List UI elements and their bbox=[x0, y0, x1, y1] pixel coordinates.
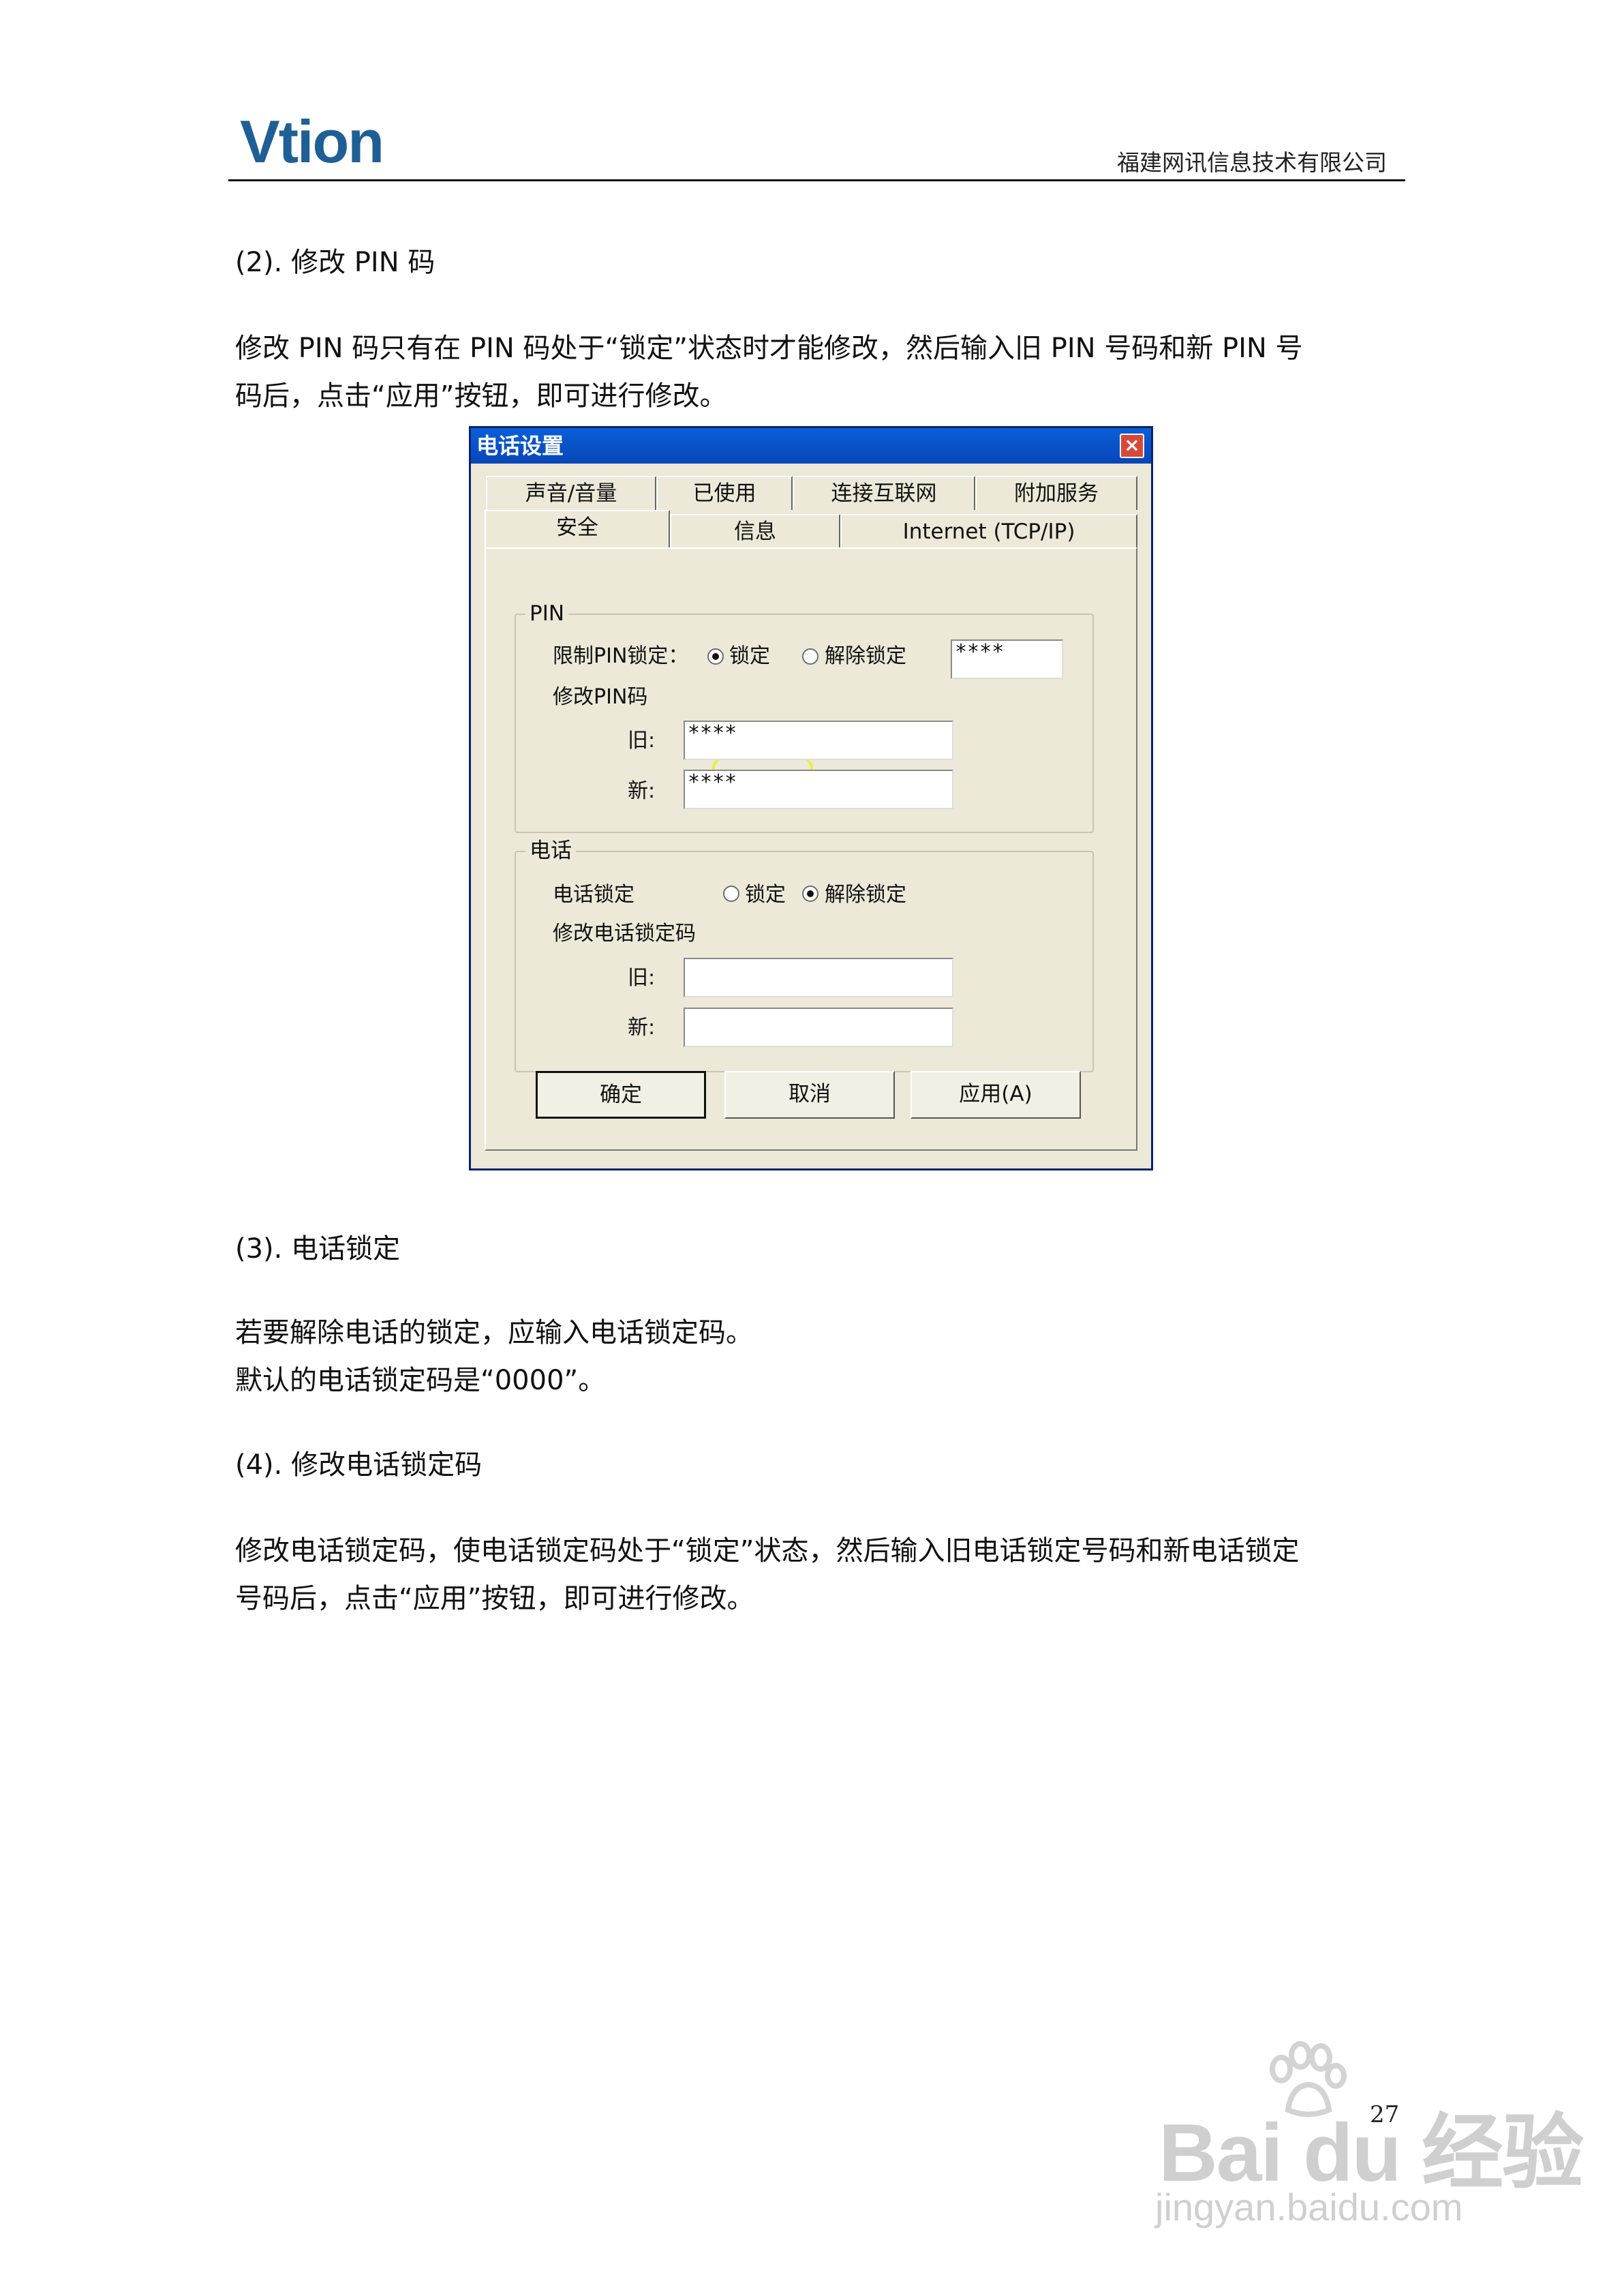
dialog-title: 电话设置 bbox=[476, 433, 564, 459]
security-tab-panel: PIN 限制PIN锁定： 锁定 解除锁定 **** 修改PIN码 旧: ****… bbox=[485, 547, 1137, 1151]
tab-label: Internet (TCP/IP) bbox=[902, 519, 1075, 544]
pin-lock-radio[interactable] bbox=[707, 648, 724, 665]
tab-label: 声音/音量 bbox=[525, 481, 617, 506]
close-button[interactable]: × bbox=[1120, 434, 1144, 458]
dialog-titlebar: 电话设置 × bbox=[471, 428, 1151, 464]
tab-additional-services[interactable]: 附加服务 bbox=[975, 476, 1137, 510]
paragraph-line: 号码后，点击“应用”按钮，即可进行修改。 bbox=[235, 1583, 754, 1614]
paragraph-change-pin: 修改 PIN 码只有在 PIN 码处于“锁定”状态时才能修改，然后输入旧 PIN… bbox=[235, 324, 1303, 420]
pin-group-label: PIN bbox=[525, 600, 569, 627]
tab-label: 连接互联网 bbox=[831, 481, 937, 506]
new-phone-code-label: 新: bbox=[628, 1016, 656, 1040]
restrict-pin-lock-label: 限制PIN锁定： bbox=[553, 644, 689, 668]
phone-unlock-radio[interactable] bbox=[802, 886, 818, 902]
apply-button[interactable]: 应用(A) bbox=[911, 1071, 1081, 1119]
phone-group-label: 电话 bbox=[525, 837, 576, 864]
old-phone-code-label: 旧: bbox=[628, 966, 656, 990]
change-pin-label: 修改PIN码 bbox=[553, 685, 648, 709]
phone-settings-dialog: 电话设置 × 声音/音量 已使用 连接互联网 附加服务 安全 信息 Intern… bbox=[469, 426, 1153, 1170]
tab-internet-tcpip[interactable]: Internet (TCP/IP) bbox=[840, 514, 1137, 548]
tab-internet-connection[interactable]: 连接互联网 bbox=[793, 476, 975, 510]
header-divider bbox=[228, 179, 1405, 181]
tab-info[interactable]: 信息 bbox=[670, 514, 840, 548]
new-pin-input[interactable]: **** bbox=[684, 770, 953, 809]
tab-label: 已使用 bbox=[692, 481, 756, 506]
logo-text: Vtion bbox=[240, 108, 384, 175]
new-pin-label: 新: bbox=[628, 779, 656, 803]
new-phone-code-input[interactable] bbox=[684, 1008, 953, 1047]
close-icon: × bbox=[1124, 434, 1140, 456]
paragraph-line: 码后，点击“应用”按钮，即可进行修改。 bbox=[235, 380, 727, 412]
change-phone-code-label: 修改电话锁定码 bbox=[553, 922, 696, 946]
tab-security[interactable]: 安全 bbox=[485, 510, 670, 548]
tab-label: 信息 bbox=[734, 519, 776, 544]
pin-lock-label: 锁定 bbox=[729, 644, 770, 668]
paragraph-line: 若要解除电话的锁定，应输入电话锁定码。 bbox=[235, 1317, 753, 1348]
heading-phone-lock: (3). 电话锁定 bbox=[235, 1233, 401, 1265]
pin-input[interactable]: **** bbox=[951, 639, 1063, 679]
paragraph-phone-lock: 若要解除电话的锁定，应输入电话锁定码。 默认的电话锁定码是“0000”。 bbox=[235, 1309, 753, 1404]
tab-label: 安全 bbox=[556, 515, 598, 540]
pin-unlock-label: 解除锁定 bbox=[825, 644, 906, 668]
phone-unlock-option-label: 解除锁定 bbox=[825, 883, 906, 907]
old-pin-label: 旧: bbox=[628, 729, 656, 753]
company-name: 福建网讯信息技术有限公司 bbox=[1117, 149, 1387, 176]
cancel-button[interactable]: 取消 bbox=[724, 1071, 895, 1119]
phone-lock-option-label: 锁定 bbox=[745, 883, 786, 907]
phone-lock-radio[interactable] bbox=[723, 886, 739, 902]
baidu-watermark-url: jingyan.baidu.com bbox=[1155, 2186, 1463, 2229]
heading-change-phone-code: (4). 修改电话锁定码 bbox=[235, 1449, 483, 1481]
paragraph-line: 默认的电话锁定码是“0000”。 bbox=[235, 1365, 606, 1396]
phone-lock-label: 电话锁定 bbox=[553, 883, 634, 907]
heading-change-pin: (2). 修改 PIN 码 bbox=[235, 247, 435, 278]
paragraph-line: 修改 PIN 码只有在 PIN 码处于“锁定”状态时才能修改，然后输入旧 PIN… bbox=[235, 333, 1303, 364]
tab-used[interactable]: 已使用 bbox=[656, 476, 793, 510]
pin-unlock-radio[interactable] bbox=[802, 648, 818, 665]
tab-sound-volume[interactable]: 声音/音量 bbox=[486, 476, 656, 510]
ok-button[interactable]: 确定 bbox=[536, 1071, 706, 1119]
page-number: 27 bbox=[1370, 2101, 1400, 2128]
old-phone-code-input[interactable] bbox=[684, 958, 953, 997]
paragraph-line: 修改电话锁定码，使电话锁定码处于“锁定”状态，然后输入旧电话锁定号码和新电话锁定 bbox=[235, 1535, 1300, 1567]
paragraph-change-phone-code: 修改电话锁定码，使电话锁定码处于“锁定”状态，然后输入旧电话锁定号码和新电话锁定… bbox=[235, 1527, 1299, 1622]
old-pin-input[interactable]: **** bbox=[684, 721, 953, 760]
tab-label: 附加服务 bbox=[1014, 481, 1099, 506]
